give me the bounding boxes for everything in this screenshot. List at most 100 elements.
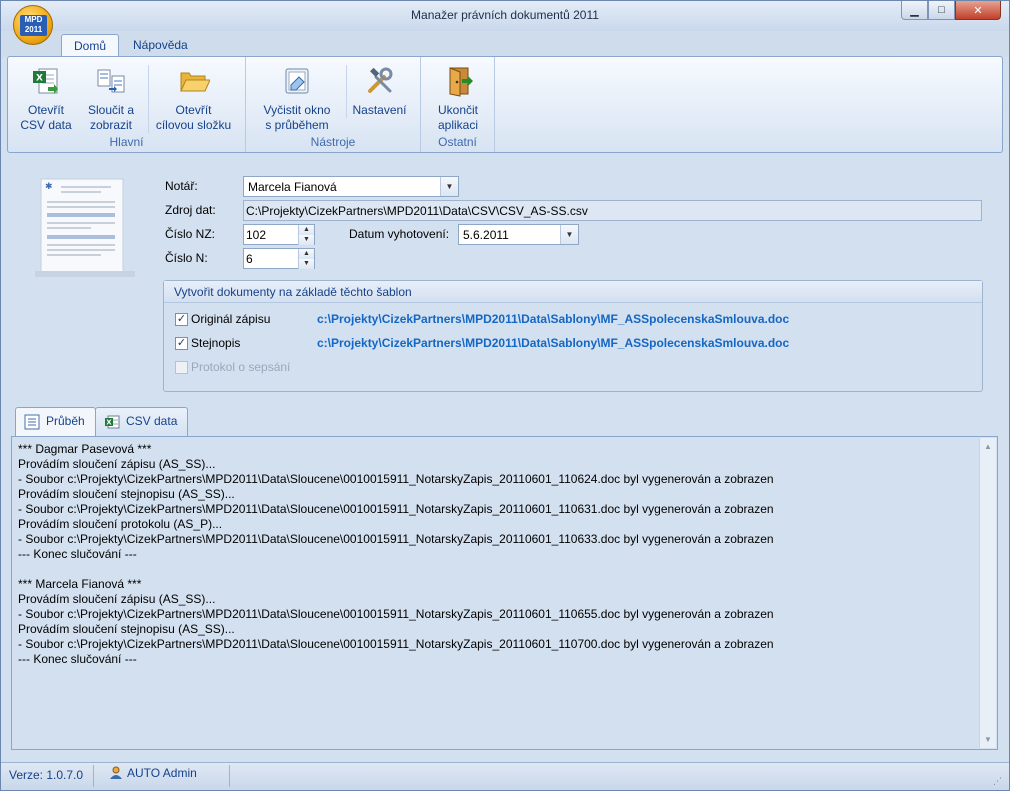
cislo-nz-value: 102 [246, 228, 267, 242]
exit-app-label-1: Ukončit [437, 103, 478, 117]
log-line: Provádím sloučení zápisu (AS_SS)... [18, 457, 216, 471]
settings-button[interactable]: Nastavení [346, 65, 412, 118]
cislo-nz-label: Číslo NZ: [165, 227, 216, 241]
cislo-n-value: 6 [246, 252, 253, 266]
minimize-button[interactable]: ▁ [901, 1, 928, 20]
cislo-n-stepper[interactable]: 6 ▲ ▼ [243, 248, 315, 269]
ribbon-group-ostatni: Ukončit aplikaci Ostatní [421, 57, 495, 152]
spin-up-icon[interactable]: ▲ [298, 249, 314, 259]
open-target-folder-button[interactable]: Otevřít cílovou složku [148, 65, 238, 133]
svg-text:✱: ✱ [45, 182, 53, 192]
log-line: - Soubor c:\Projekty\CizekPartners\MPD20… [18, 472, 774, 486]
log-line: - Soubor c:\Projekty\CizekPartners\MPD20… [18, 532, 774, 546]
original-label[interactable]: Originál zápisu [191, 312, 270, 326]
ribbon-tab-bar: Domů Nápověda [1, 31, 1009, 57]
scroll-up-icon[interactable]: ▲ [980, 438, 996, 455]
app-menu-button[interactable]: MPD 2011 [13, 5, 53, 45]
title-bar[interactable]: Manažer právních dokumentů 2011 ▁ □ ✕ [1, 1, 1009, 31]
user-name: AUTO Admin [127, 766, 197, 780]
document-preview-icon: ✱ [35, 178, 135, 277]
open-csv-label-1: Otevřít [27, 103, 64, 117]
app-window: Manažer právních dokumentů 2011 ▁ □ ✕ MP… [0, 0, 1010, 791]
original-template-path[interactable]: c:\Projekty\CizekPartners\MPD2011\Data\S… [317, 312, 789, 326]
log-line: --- Konec slučování --- [18, 547, 137, 561]
tab-prubeh[interactable]: Průběh [15, 407, 96, 437]
log-line: Provádím sloučení protokolu (AS_P)... [18, 517, 223, 531]
svg-text:X: X [36, 74, 43, 84]
close-icon: ✕ [973, 4, 983, 17]
group-label-ostatni: Ostatní [438, 135, 477, 149]
ribbon-group-nastroje: Vyčistit okno s průběhem Nastavení Nástr… [246, 57, 421, 152]
notar-combobox[interactable]: Marcela Fianová ▼ [243, 176, 459, 197]
log-line: - Soubor c:\Projekty\CizekPartners\MPD20… [18, 502, 774, 516]
ribbon-panel: X Otevřít CSV data Sloučit a zobrazit Ot… [7, 56, 1003, 153]
settings-label: Nastavení [352, 103, 407, 117]
notar-label: Notář: [165, 179, 198, 193]
open-csv-button[interactable]: X Otevřít CSV data [16, 65, 76, 133]
stejnopis-label[interactable]: Stejnopis [191, 336, 240, 350]
chevron-down-icon[interactable]: ▼ [440, 177, 458, 196]
cislo-nz-stepper[interactable]: 102 ▲ ▼ [243, 224, 315, 245]
ribbon-group-hlavni: X Otevřít CSV data Sloučit a zobrazit Ot… [8, 57, 246, 152]
log-line: *** Dagmar Pasevová *** [18, 442, 152, 456]
checkbox-original[interactable]: ✓ [175, 313, 188, 326]
svg-text:X: X [106, 419, 112, 427]
exit-app-button[interactable]: Ukončit aplikaci [427, 65, 489, 133]
folder-open-icon [179, 72, 210, 92]
checkbox-protokol[interactable] [175, 361, 188, 374]
close-button[interactable]: ✕ [955, 1, 1001, 20]
calendar-dropdown-icon[interactable]: ▼ [560, 225, 578, 244]
maximize-button[interactable]: □ [928, 1, 955, 20]
status-separator [229, 765, 230, 787]
status-separator [93, 765, 94, 787]
minimize-icon: ▁ [910, 4, 919, 17]
zdroj-label: Zdroj dat: [165, 203, 216, 217]
exit-app-label-2: aplikaci [437, 118, 479, 132]
merge-display-button[interactable]: Sloučit a zobrazit [80, 65, 142, 133]
scroll-down-icon[interactable]: ▼ [980, 731, 996, 748]
zdroj-field[interactable]: C:\Projekty\CizekPartners\MPD2011\Data\C… [243, 200, 982, 221]
log-line: - Soubor c:\Projekty\CizekPartners\MPD20… [18, 607, 774, 621]
log-line: Provádím sloučení stejnopisu (AS_SS)... [18, 487, 235, 501]
clear-progress-button[interactable]: Vyčistit okno s průběhem [254, 65, 340, 133]
merge-documents-icon [97, 69, 125, 93]
maximize-icon: □ [938, 4, 945, 16]
datum-picker[interactable]: 5.6.2011 ▼ [458, 224, 579, 245]
app-logo: MPD 2011 [20, 15, 47, 36]
window-controls: ▁ □ ✕ [901, 1, 1001, 20]
spin-up-icon[interactable]: ▲ [298, 225, 314, 235]
datum-value: 5.6.2011 [463, 228, 509, 242]
stejnopis-template-path[interactable]: c:\Projekty\CizekPartners\MPD2011\Data\S… [317, 336, 789, 350]
user-indicator: AUTO Admin [109, 766, 197, 780]
log-line: - Soubor c:\Projekty\CizekPartners\MPD20… [18, 637, 774, 651]
clear-progress-label-2: s průběhem [265, 118, 329, 132]
tab-napoveda[interactable]: Nápověda [121, 34, 200, 57]
tools-icon [367, 67, 392, 93]
open-csv-label-2: CSV data [20, 118, 72, 132]
log-scrollbar[interactable]: ▲ ▼ [979, 438, 996, 748]
datum-label: Datum vyhotovení: [349, 227, 450, 241]
resize-grip-icon[interactable]: ⋰ [993, 775, 1005, 787]
checkbox-stejnopis[interactable]: ✓ [175, 337, 188, 350]
tab-csv-data[interactable]: X CSV data [95, 407, 189, 436]
protokol-label[interactable]: Protokol o sepsání [191, 360, 290, 374]
group-label-hlavni: Hlavní [109, 135, 144, 149]
excel-grid-icon: X [105, 415, 120, 429]
version-text: Verze: 1.0.7.0 [9, 768, 84, 782]
open-target-folder-label-1: Otevřít [175, 103, 212, 117]
tab-domu[interactable]: Domů [61, 34, 120, 57]
excel-open-icon: X [33, 68, 58, 94]
user-icon [110, 766, 122, 779]
status-bar: Verze: 1.0.7.0 AUTO Admin ⋰ [1, 762, 1009, 790]
tab-prubeh-label: Průběh [46, 414, 85, 428]
spin-down-icon[interactable]: ▼ [298, 235, 314, 245]
log-list-icon [24, 414, 40, 430]
progress-log[interactable]: *** Dagmar Pasevová *** Provádím sloučen… [11, 436, 998, 750]
tab-csv-data-label: CSV data [126, 414, 178, 428]
app-logo-text: MPD 2011 [24, 15, 43, 34]
log-line: *** Marcela Fianová *** [18, 577, 142, 591]
spin-down-icon[interactable]: ▼ [298, 259, 314, 269]
log-line: Provádím sloučení stejnopisu (AS_SS)... [18, 622, 235, 636]
clear-progress-label-1: Vyčistit okno [263, 103, 331, 117]
